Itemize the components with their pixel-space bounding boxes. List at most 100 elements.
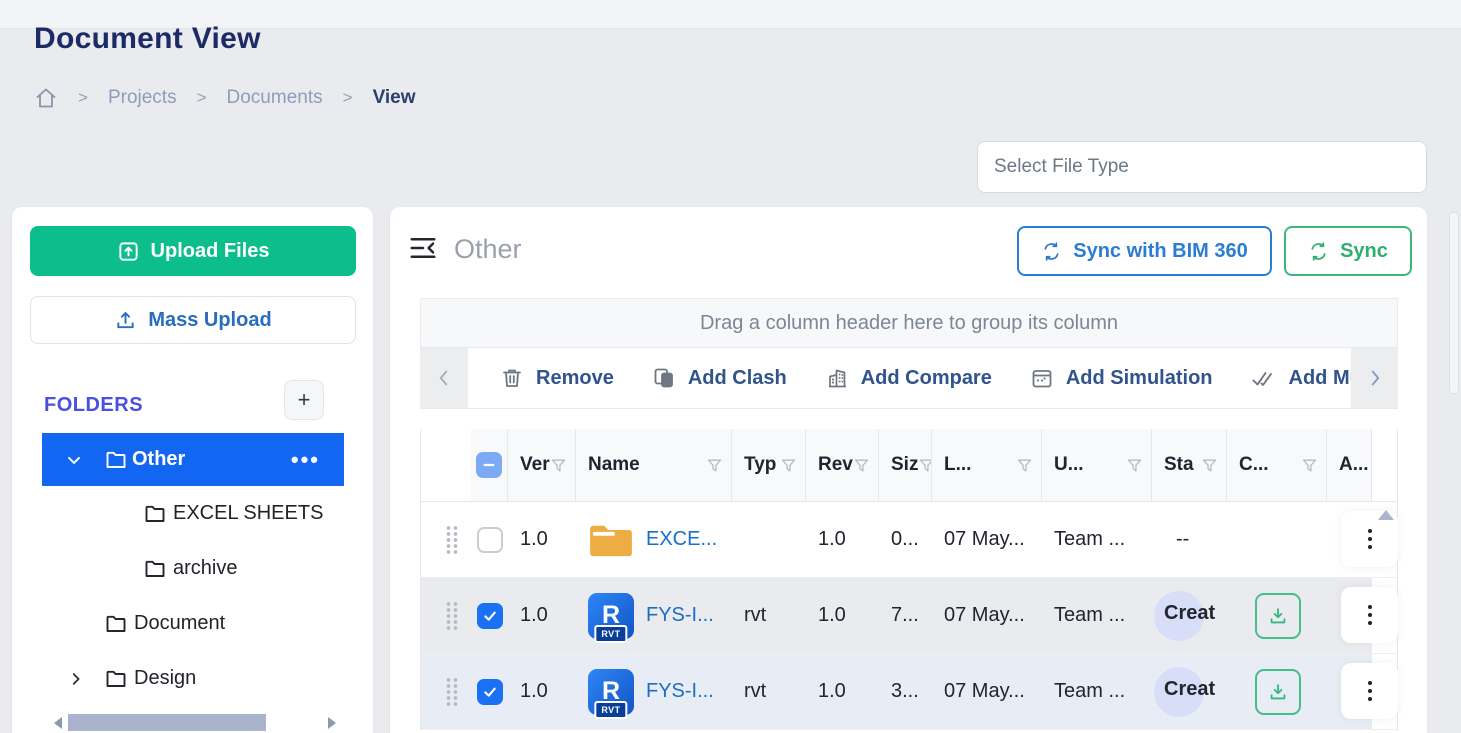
column-header-label: C... [1239,454,1269,476]
collapse-panel-icon[interactable] [408,233,438,263]
folder-menu-icon[interactable]: ••• [291,447,320,473]
building-icon [825,366,849,390]
cell-updated-by: Team ... [1042,502,1152,577]
funnel-icon[interactable] [1201,457,1218,474]
sidebar-horizontal-scrollbar[interactable] [12,713,373,733]
file-name-link[interactable]: FYS-I... [646,680,714,703]
funnel-icon[interactable] [853,457,870,474]
folder-tree-item-excel-sheets[interactable]: EXCEL SHEETS [12,486,373,541]
column-header-typ[interactable]: Typ [732,429,806,501]
table-row[interactable]: 1.0RRVTFYS-I...rvt1.07...07 May...Team .… [421,578,1397,654]
cell-last-updated: 07 May... [932,502,1042,577]
table-row[interactable]: 1.0EXCE...1.00...07 May...Team ...-- [421,502,1397,578]
file-name-link[interactable]: FYS-I... [646,604,714,627]
double-check-icon [1251,366,1277,390]
row-drag-handle[interactable] [445,677,459,706]
upload-files-label: Upload Files [151,240,270,263]
folders-heading: FOLDERS [44,394,143,417]
column-header-a[interactable]: A... [1327,429,1372,501]
chevron-right-icon[interactable] [67,670,87,688]
row-checkbox[interactable] [477,527,503,553]
column-header-name[interactable]: Name [576,429,732,501]
chevron-down-icon[interactable] [64,450,84,470]
folder-tree-item-other[interactable]: Other ••• [42,433,344,486]
sync-bim360-label: Sync with BIM 360 [1073,240,1248,263]
page-title: Document View [34,22,261,56]
funnel-icon[interactable] [706,457,723,474]
toolbar-scroll-left-button[interactable] [420,348,468,408]
folder-label: Document [134,612,225,635]
table-row[interactable]: 1.0RRVTFYS-I...rvt1.03...07 May...Team .… [421,654,1397,730]
upload-files-button[interactable]: Upload Files [30,226,356,276]
column-header-u[interactable]: U... [1042,429,1152,501]
funnel-icon[interactable] [550,457,567,474]
kebab-icon [1368,529,1372,549]
download-button[interactable] [1255,669,1301,715]
column-header-label: Typ [744,454,776,476]
sync-with-bim360-button[interactable]: Sync with BIM 360 [1017,226,1272,276]
file-name-link[interactable]: EXCE... [646,528,717,551]
toolbar-button-label: Add Mu [1289,367,1351,390]
row-menu-button[interactable] [1341,663,1398,719]
download-icon [1267,605,1289,627]
cell-revision: 1.0 [806,502,879,577]
cell-size: 7... [879,578,932,653]
select-all-checkbox[interactable] [476,452,502,478]
column-header-rev[interactable]: Rev [806,429,879,501]
page-scrollbar-thumb[interactable] [1449,212,1459,394]
column-header-label: U... [1054,454,1084,476]
cell-type: rvt [732,578,806,653]
folder-tree-item-design[interactable]: Design [12,651,373,706]
group-hint-text: Drag a column header here to group its c… [700,312,1118,335]
column-header-label: Siz [891,454,918,476]
funnel-icon[interactable] [1301,457,1318,474]
file-type-select[interactable] [977,141,1427,193]
cell-last-updated: 07 May... [932,578,1042,653]
documents-panel: Other Sync with BIM 360 Sync Drag a colu… [390,207,1427,733]
funnel-icon[interactable] [918,457,932,474]
remove-button[interactable]: Remove [500,366,614,390]
add-clash-button[interactable]: Add Clash [652,366,787,390]
cell-size: 3... [879,654,932,729]
funnel-icon[interactable] [780,457,797,474]
scroll-left-arrow-icon[interactable] [54,717,62,729]
breadcrumb-item-documents[interactable]: Documents [227,87,323,109]
sync-button[interactable]: Sync [1284,226,1412,276]
column-header-siz[interactable]: Siz [879,429,932,501]
row-checkbox[interactable] [477,679,503,705]
folder-tree-item-document[interactable]: Document [12,596,373,651]
grid-scroll-up-icon[interactable] [1378,510,1394,520]
group-by-drop-zone[interactable]: Drag a column header here to group its c… [420,298,1398,348]
funnel-icon[interactable] [1016,457,1033,474]
column-header-l[interactable]: L... [932,429,1042,501]
funnel-icon[interactable] [1126,457,1143,474]
folder-tree-item-archive[interactable]: archive [12,541,373,596]
document-view-screen: Document View >Projects>Documents>View U… [0,0,1461,733]
breadcrumb-item-projects[interactable]: Projects [108,87,177,109]
add-simulation-button[interactable]: Add Simulation [1030,366,1213,390]
column-header-label: Sta [1164,454,1194,476]
column-header-label: Ver [520,454,550,476]
row-menu-button[interactable] [1341,587,1398,643]
scroll-right-arrow-icon[interactable] [328,717,336,729]
row-drag-handle[interactable] [445,601,459,630]
trash-icon [500,366,524,390]
row-checkbox[interactable] [477,603,503,629]
status-text: -- [1152,502,1227,577]
download-button[interactable] [1255,593,1301,639]
scrollbar-thumb[interactable] [68,714,266,731]
add-compare-button[interactable]: Add Compare [825,366,992,390]
add-mu-button[interactable]: Add Mu [1251,366,1351,390]
toolbar-scroll-right-button[interactable] [1351,348,1398,408]
column-header-ver[interactable]: Ver [508,429,576,501]
column-header-sta[interactable]: Sta [1152,429,1227,501]
folder-label: Other [132,448,185,471]
row-drag-handle[interactable] [445,525,459,554]
home-icon[interactable] [34,86,58,110]
column-header-c[interactable]: C... [1227,429,1327,501]
cell-revision: 1.0 [806,654,879,729]
add-folder-button[interactable]: + [284,380,324,420]
mass-upload-button[interactable]: Mass Upload [30,296,356,344]
scroll-gutter [1372,429,1397,501]
download-icon [1267,681,1289,703]
